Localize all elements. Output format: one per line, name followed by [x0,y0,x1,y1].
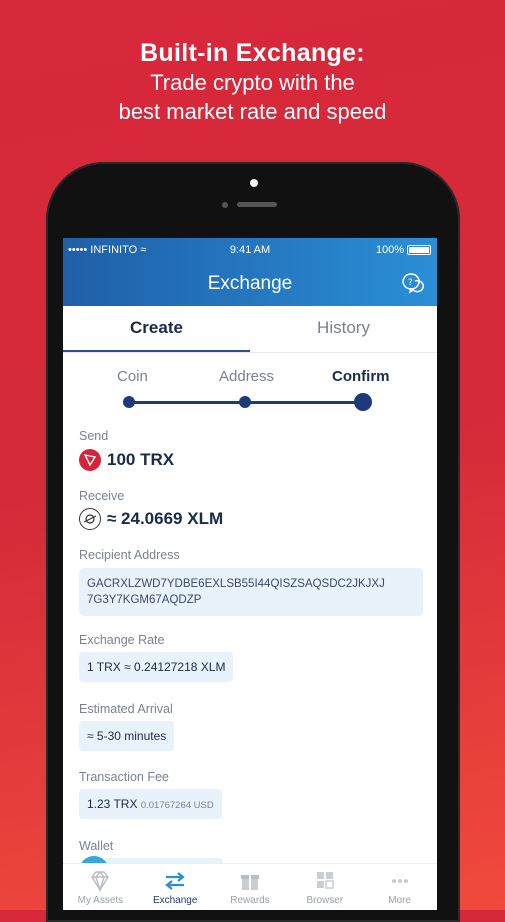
exchange-rate-label: Exchange Rate [79,633,165,647]
status-battery: 100% [376,244,431,256]
send-amount: 100 TRX [107,450,175,469]
exchange-rate-value: 1 TRX ≈ 0.24127218 XLM [79,652,234,682]
diamond-icon [91,870,110,892]
transaction-fee-label: Transaction Fee [79,770,169,784]
step-address: Address [219,368,275,385]
svg-text:?: ? [408,278,413,288]
fee-usd: 0.01767264 USD [140,800,214,811]
more-dots-icon [391,879,408,883]
promo-subtitle-line-2: best market rate and speed [118,99,387,124]
recipient-address-line-1: GACRXLZWD7YDBE6EXLSB55I44QISZSAQSDC2JKJX… [87,578,385,590]
battery-icon [407,245,431,255]
nav-browser[interactable]: Browser [287,864,362,910]
nav-rewards-label: Rewards [230,895,270,906]
nav-my-assets-label: My Assets [77,895,124,906]
app-screen: ••••• INFINITO ≈ 9:41 AM 100% Exchange ?… [63,238,437,910]
promo-headline: Built-in Exchange: Trade crypto with the… [0,38,505,126]
phone-speaker [237,202,277,207]
recipient-address-label: Recipient Address [79,548,180,562]
app-header: ••••• INFINITO ≈ 9:41 AM 100% Exchange ? [63,238,437,306]
fee-amount: 1.23 TRX [87,797,138,811]
step-dot-confirm [354,393,372,411]
wallet-label: Wallet [79,839,114,853]
phone-camera [250,179,258,187]
bottom-nav: My Assets Exchange Rewards Browser More [63,863,437,910]
nav-more[interactable]: More [362,864,437,910]
recipient-address-line-2: 7G3Y7KGM67AQDZP [87,594,202,606]
receive-amount-row: ≈ 24.0669 XLM [79,508,223,530]
nav-exchange-label: Exchange [152,895,198,906]
receive-label: Receive [79,489,125,503]
tab-create[interactable]: Create [63,306,250,352]
step-dot-coin [123,396,135,408]
send-label: Send [79,429,109,443]
tab-bar: Create History [63,306,437,353]
help-chat-icon[interactable]: ? [401,271,425,295]
estimated-arrival-label: Estimated Arrival [79,702,173,716]
step-dot-address [239,396,251,408]
grid-icon [316,872,334,889]
promo-title: Built-in Exchange: [140,39,365,67]
battery-percent: 100% [375,244,404,256]
step-coin: Coin [117,368,148,385]
phone-sensor [222,202,228,208]
stellar-icon [79,508,101,530]
receive-amount: ≈ 24.0669 XLM [107,509,224,528]
progress-stepper: Coin Address Confirm [63,368,437,413]
send-amount-row: 100 TRX [79,449,174,471]
nav-rewards[interactable]: Rewards [213,864,288,910]
tab-history[interactable]: History [250,306,437,352]
page-title: Exchange [207,273,293,294]
nav-my-assets[interactable]: My Assets [63,864,138,910]
transaction-fee-value: 1.23 TRX 0.01767264 USD [79,789,222,819]
estimated-arrival-value: ≈ 5-30 minutes [79,721,175,751]
nav-browser-label: Browser [306,895,344,906]
step-confirm: Confirm [332,368,390,385]
swap-arrows-icon [165,872,185,890]
promo-subtitle-line-1: Trade crypto with the [150,70,355,95]
gift-icon [240,875,259,890]
recipient-address-value: GACRXLZWD7YDBE6EXLSB55I44QISZSAQSDC2JKJX… [79,568,423,616]
nav-more-label: More [388,895,411,906]
nav-exchange[interactable]: Exchange [138,864,213,910]
tron-icon [79,449,101,471]
